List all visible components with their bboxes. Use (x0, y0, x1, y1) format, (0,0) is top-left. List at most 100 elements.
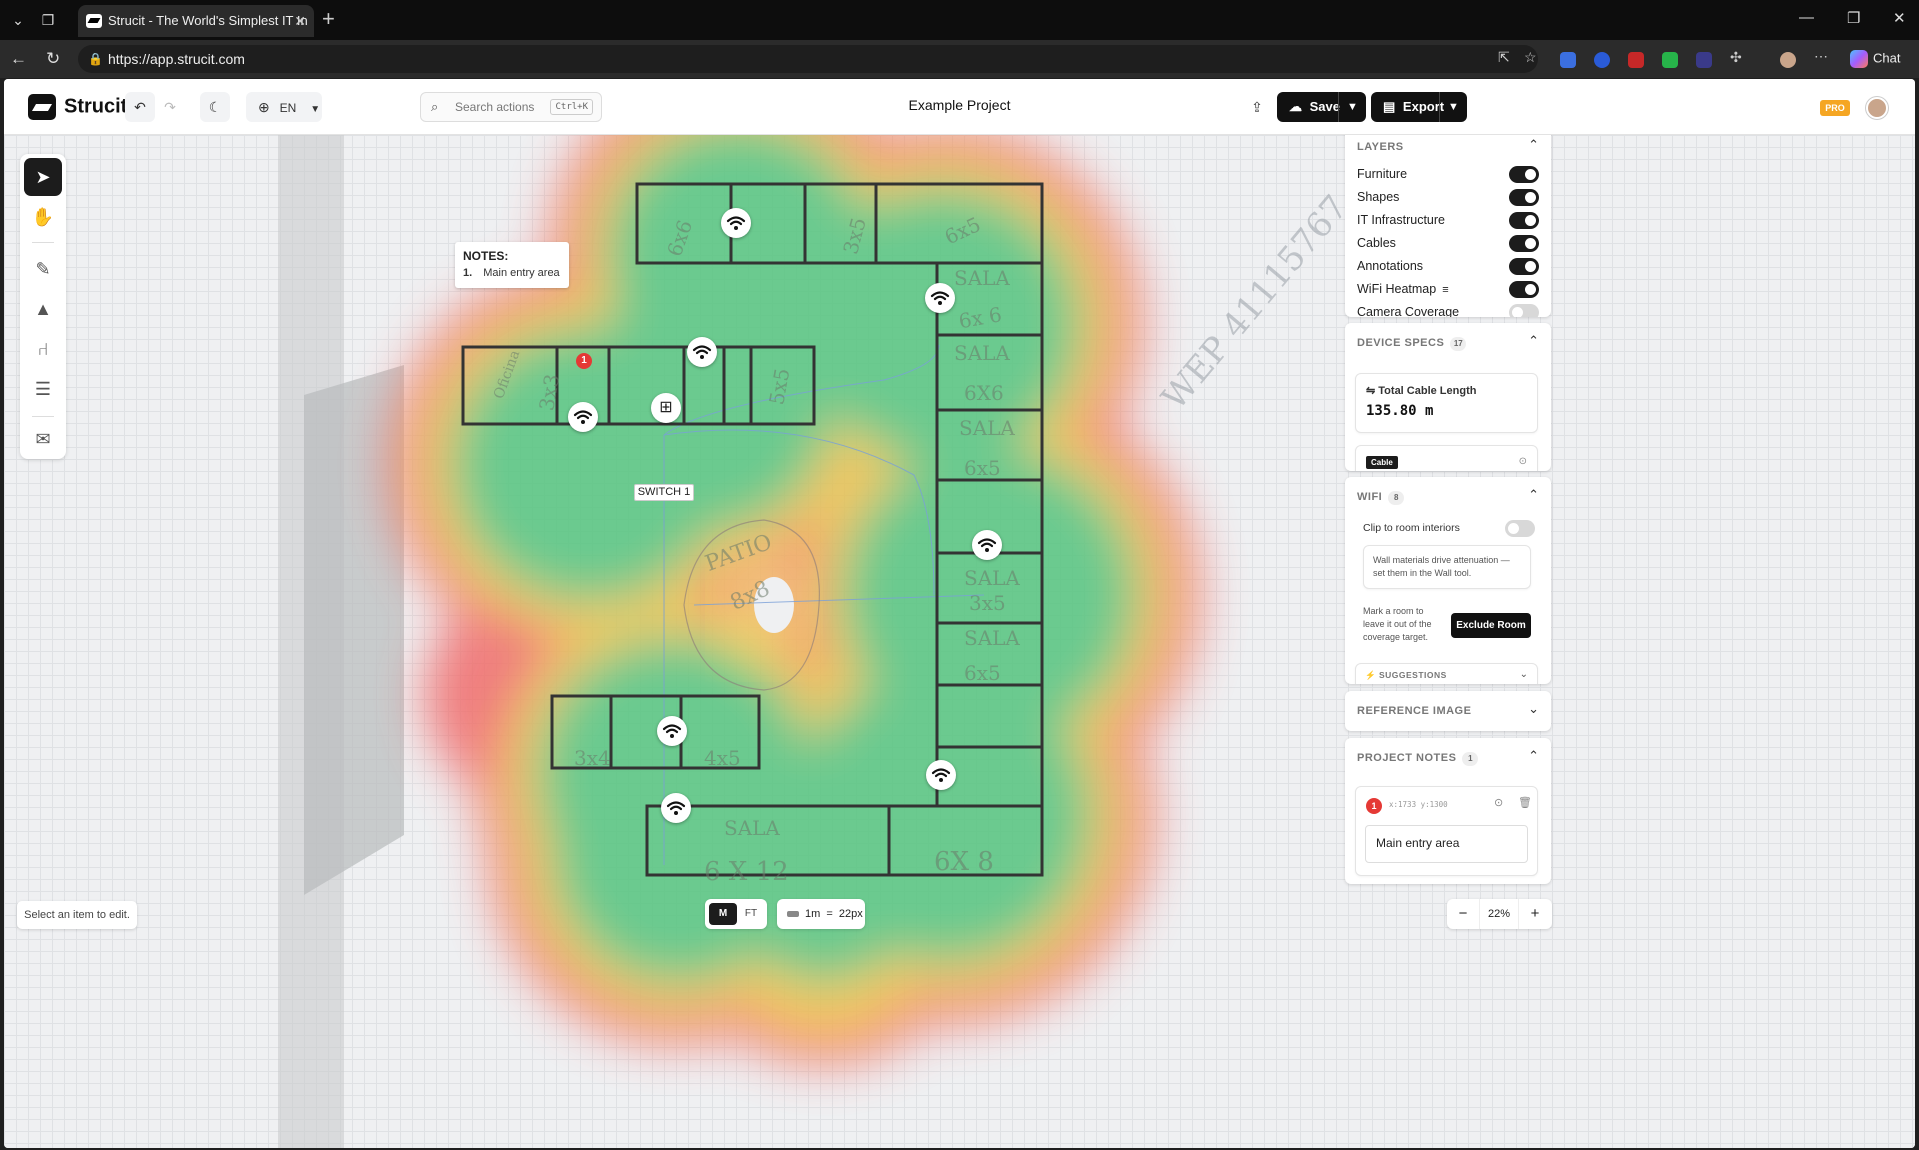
network-switch-icon[interactable]: ⊞ (651, 393, 681, 423)
layer-toggle[interactable] (1509, 304, 1539, 317)
bitwarden-extension-icon[interactable] (1560, 52, 1576, 68)
scale-text: 1m = 22px (805, 908, 863, 920)
wifi-panel: WIFI 8 ⌃ Clip to room interiors Wall mate… (1345, 477, 1551, 684)
search-actions-input[interactable]: ⌕ Search actions Ctrl+K (420, 92, 602, 122)
export-options-chevron-icon[interactable]: ▼ (1439, 92, 1467, 122)
zoom-out-icon[interactable]: − (1447, 899, 1479, 929)
tool-divider (32, 242, 54, 243)
collapse-chevron-up-icon[interactable]: ⌃ (1528, 333, 1539, 349)
user-avatar[interactable] (1866, 97, 1888, 119)
close-window-icon[interactable]: ✕ (1893, 9, 1906, 27)
suggestions-section[interactable]: ⚡ SUGGESTIONS ⌄ (1355, 663, 1538, 684)
comment-tool-icon[interactable]: ✉ (24, 420, 62, 458)
wifi-access-point-icon[interactable] (926, 760, 956, 790)
layer-toggle[interactable] (1509, 212, 1539, 229)
svg-text:SALA: SALA (724, 816, 780, 840)
extension-green-icon[interactable] (1662, 52, 1678, 68)
profile-avatar[interactable] (1780, 52, 1796, 68)
tool-palette: ➤ ✋ ✎ ▲ ⑁ ☰ ✉ (20, 154, 66, 459)
select-tool-icon[interactable]: ➤ (24, 158, 62, 196)
strucit-logo[interactable]: Strucit (28, 94, 127, 120)
extensions-puzzle-icon[interactable]: ✣ (1730, 49, 1746, 65)
layer-toggle[interactable] (1509, 281, 1539, 298)
copilot-chat-button[interactable]: Chat (1850, 50, 1900, 68)
project-notes-title: PROJECT NOTES 1 (1357, 752, 1479, 766)
search-placeholder: Search actions (455, 100, 535, 114)
wifi-title: WIFI 8 (1357, 491, 1405, 505)
wifi-access-point-icon[interactable] (925, 283, 955, 313)
unit-feet-button[interactable]: FT (737, 903, 765, 925)
collapse-chevron-up-icon[interactable]: ⌃ (1528, 487, 1539, 503)
cable-spec-card[interactable]: Cable ⊙ (1355, 445, 1538, 471)
reload-icon[interactable]: ↻ (46, 49, 60, 69)
note-marker[interactable]: 1 (576, 353, 592, 369)
tab-collections-icon[interactable]: ❐ (34, 8, 62, 32)
minimize-icon[interactable]: — (1799, 9, 1814, 26)
language-selector[interactable]: ⊕ EN ▼ (246, 92, 322, 122)
zoom-in-icon[interactable]: + (1519, 899, 1551, 929)
exclude-room-button[interactable]: Exclude Room (1451, 613, 1531, 638)
notes-title: NOTES: (463, 249, 509, 263)
extension-blue-icon[interactable] (1696, 52, 1712, 68)
furniture-chair-tool-icon[interactable]: ⑁ (24, 330, 62, 368)
url-field[interactable]: 🔒 https://app.strucit.com (78, 45, 1538, 73)
heatmap-settings-sliders-icon[interactable]: ≡ (1442, 284, 1448, 296)
svg-text:6X6: 6X6 (964, 381, 1004, 405)
app-root: 6x5 SALA 6x 6 SALA 6X6 SALA 6x5 SALA 3x5… (4, 79, 1915, 1148)
pan-hand-tool-icon[interactable]: ✋ (24, 198, 62, 236)
upload-icon[interactable]: ⇪ (1245, 92, 1269, 122)
extension-icon[interactable] (1594, 52, 1610, 68)
layer-toggle[interactable] (1509, 189, 1539, 206)
redo-icon[interactable]: ↷ (155, 92, 185, 122)
layer-toggle[interactable] (1509, 166, 1539, 183)
cloud-icon: ☁ (1289, 99, 1302, 114)
close-tab-icon[interactable]: ✕ (294, 5, 306, 37)
note-text-area[interactable]: Main entry area (1365, 825, 1528, 863)
svg-text:3x4: 3x4 (574, 746, 611, 770)
floorplan-canvas[interactable]: 6x5 SALA 6x 6 SALA 6X6 SALA 6x5 SALA 3x5… (4, 135, 1915, 1148)
chevron-down-icon[interactable]: ⌄ (1528, 701, 1539, 717)
restore-icon[interactable]: ❐ (1847, 9, 1860, 27)
save-options-chevron-icon[interactable]: ▼ (1338, 92, 1366, 122)
reference-image-panel[interactable]: REFERENCE IMAGE ⌄ (1345, 691, 1551, 731)
svg-text:4x5: 4x5 (704, 746, 741, 770)
zoom-level[interactable]: 22% (1479, 899, 1519, 929)
site-info-icon[interactable]: 🔒 (88, 45, 103, 73)
wifi-access-point-icon[interactable] (661, 793, 691, 823)
ublock-extension-icon[interactable] (1628, 52, 1644, 68)
tab-list-icon[interactable]: ⌄ (4, 8, 32, 32)
new-tab-icon[interactable]: + (322, 6, 335, 32)
locate-target-icon[interactable]: ⊙ (1519, 456, 1527, 467)
open-in-app-icon[interactable]: ⇱ (1498, 49, 1514, 65)
collapse-chevron-up-icon[interactable]: ⌃ (1528, 137, 1539, 153)
undo-icon[interactable]: ↶ (125, 92, 155, 122)
rack-tool-icon[interactable]: ☰ (24, 370, 62, 408)
delete-note-trash-icon[interactable]: 🗑 (1518, 796, 1532, 809)
more-menu-icon[interactable]: ⋯ (1814, 48, 1830, 64)
favorite-star-icon[interactable]: ☆ (1524, 49, 1540, 65)
wifi-access-point-icon[interactable] (721, 208, 751, 238)
ruler-icon (787, 911, 799, 917)
wifi-title-text: WIFI (1357, 491, 1383, 503)
browser-tab[interactable]: Strucit - The World's Simplest IT In ✕ (78, 5, 314, 37)
back-icon[interactable]: ← (10, 49, 27, 69)
svg-text:6 X 12: 6 X 12 (704, 857, 789, 887)
wifi-access-point-icon[interactable] (972, 530, 1002, 560)
draw-wall-tool-icon[interactable]: ✎ (24, 250, 62, 288)
layer-toggle[interactable] (1509, 235, 1539, 252)
reference-building-shade (304, 365, 404, 895)
export-button[interactable]: ▤ Export ▼ (1371, 92, 1467, 122)
wifi-access-point-icon[interactable] (687, 337, 717, 367)
clip-to-rooms-toggle[interactable] (1505, 520, 1535, 537)
scale-indicator[interactable]: 1m = 22px (777, 899, 865, 929)
unit-meters-button[interactable]: M (709, 903, 737, 925)
collapse-chevron-up-icon[interactable]: ⌃ (1528, 748, 1539, 764)
wifi-access-point-icon[interactable] (568, 402, 598, 432)
dark-mode-icon[interactable]: ☾ (200, 92, 230, 122)
locate-note-icon[interactable]: ⊙ (1494, 796, 1503, 809)
layer-toggle[interactable] (1509, 258, 1539, 275)
wifi-access-point-icon[interactable] (657, 716, 687, 746)
shapes-tool-icon[interactable]: ▲ (24, 290, 62, 328)
save-button[interactable]: ☁ Save ▼ (1277, 92, 1366, 122)
notes-annotation[interactable]: NOTES: 1. Main entry area (455, 242, 569, 288)
